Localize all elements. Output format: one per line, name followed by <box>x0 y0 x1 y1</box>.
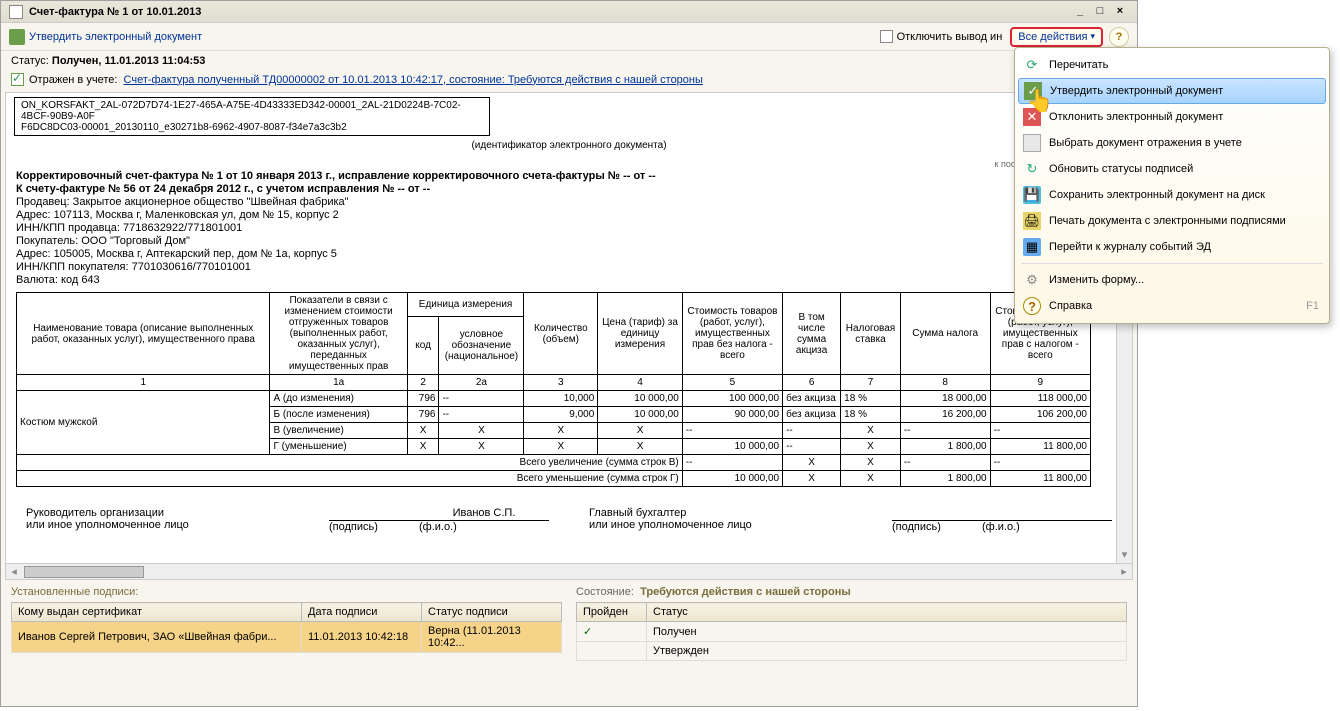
print-icon: 🖨 <box>1023 212 1041 230</box>
status-value: Получен, 11.01.2013 11:04:53 <box>52 55 206 67</box>
toolbar: Утвердить электронный документ Отключить… <box>1 23 1137 51</box>
document-area: ON_KORSFAKT_2AL-072D7D74-1E27-465A-A75E-… <box>5 92 1133 580</box>
table-row: Получен <box>577 622 1127 642</box>
approve-link[interactable]: Утвердить электронный документ <box>9 29 202 45</box>
reject-icon: ✕ <box>1023 108 1041 126</box>
close-button[interactable]: × <box>1111 3 1129 21</box>
table-row: Иванов Сергей Петрович, ЗАО «Швейная фаб… <box>12 622 562 653</box>
invoice-table: Наименование товара (описание выполненны… <box>16 292 1091 487</box>
signatures-title: Установленные подписи: <box>11 586 562 598</box>
disable-info[interactable]: Отключить вывод ин <box>880 30 1003 43</box>
status-row: Статус: Получен, 11.01.2013 11:04:53 <box>1 51 1137 71</box>
doc-title2: К счету-фактуре № 56 от 24 декабря 2012 … <box>16 183 1122 195</box>
journal-icon: ▦ <box>1023 238 1041 256</box>
identifier-block: ON_KORSFAKT_2AL-072D7D74-1E27-465A-A75E-… <box>14 97 490 136</box>
state-table[interactable]: ПройденСтатус Получен Утвержден <box>576 602 1127 661</box>
menu-reread[interactable]: ⟳Перечитать <box>1015 52 1329 78</box>
titlebar: Счет-фактура № 1 от 10.01.2013 _ □ × <box>1 1 1137 23</box>
help-icon: ? <box>1023 297 1041 315</box>
refresh-icon: ↻ <box>1023 160 1041 178</box>
scrollbar-horizontal[interactable]: ◂▸ <box>6 563 1132 579</box>
approve-icon: ✓ <box>1024 82 1042 100</box>
menu-save[interactable]: 💾Сохранить электронный документ на диск <box>1015 182 1329 208</box>
menu-journal[interactable]: ▦Перейти к журналу событий ЭД <box>1015 234 1329 260</box>
state-title: Состояние: Требуются действия с нашей ст… <box>576 586 1127 598</box>
all-actions-menu: ⟳Перечитать ✓Утвердить электронный докум… <box>1014 47 1330 324</box>
doc-title1: Корректировочный счет-фактура № 1 от 10 … <box>16 170 1122 182</box>
chevron-down-icon: ▾ <box>1090 31 1095 42</box>
reflect-link[interactable]: Счет-фактура полученный ТД00000002 от 10… <box>124 74 703 86</box>
table-row: Костюм мужской А (до изменения) 796-- 10… <box>17 391 1091 407</box>
table-row: Утвержден <box>577 642 1127 661</box>
menu-choose-doc[interactable]: Выбрать документ отражения в учете <box>1015 130 1329 156</box>
signatures-table[interactable]: Кому выдан сертификат Дата подписи Стату… <box>11 602 562 653</box>
doc-icon <box>9 5 23 19</box>
approve-link-label: Утвердить электронный документ <box>29 31 202 43</box>
help-button[interactable]: ? <box>1109 27 1129 47</box>
reread-icon: ⟳ <box>1023 56 1041 74</box>
all-actions-button[interactable]: Все действия▾ <box>1010 27 1103 47</box>
doc-icon <box>1023 134 1041 152</box>
check-icon <box>11 73 24 86</box>
menu-help[interactable]: ?СправкаF1 <box>1015 293 1329 319</box>
window-title: Счет-фактура № 1 от 10.01.2013 <box>29 6 201 18</box>
menu-reject[interactable]: ✕Отклонить электронный документ <box>1015 104 1329 130</box>
menu-print[interactable]: 🖨Печать документа с электронными подпися… <box>1015 208 1329 234</box>
identifier-caption: (идентификатор электронного документа) <box>6 140 1132 151</box>
disk-icon: 💾 <box>1023 186 1041 204</box>
menu-change-form[interactable]: ⚙Изменить форму... <box>1015 267 1329 293</box>
gear-icon: ⚙ <box>1023 271 1041 289</box>
menu-approve[interactable]: ✓Утвердить электронный документ <box>1018 78 1326 104</box>
checkbox-icon <box>880 30 893 43</box>
maximize-button[interactable]: □ <box>1091 3 1109 21</box>
menu-refresh[interactable]: ↻Обновить статусы подписей <box>1015 156 1329 182</box>
minimize-button[interactable]: _ <box>1071 3 1089 21</box>
reflect-row: Отражен в учете: Счет-фактура полученный… <box>1 71 1137 92</box>
approve-icon <box>9 29 25 45</box>
